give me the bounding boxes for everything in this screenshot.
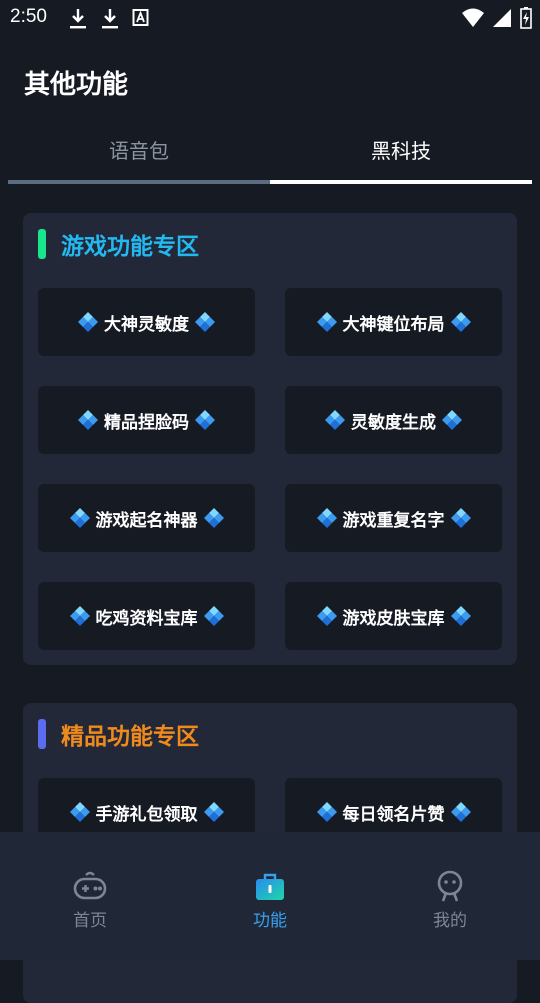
- feature-button[interactable]: 游戏重复名字: [285, 484, 502, 552]
- nav-mine[interactable]: 我的: [390, 868, 510, 931]
- diamond-icon: [316, 802, 337, 822]
- a-badge-icon: [132, 9, 149, 26]
- feature-button[interactable]: 吃鸡资料宝库: [38, 582, 255, 650]
- diamond-icon: [442, 410, 462, 430]
- feature-button-label: 游戏皮肤宝库: [342, 608, 445, 629]
- feature-button-label: 游戏起名神器: [95, 510, 198, 531]
- section-title: 精品功能专区: [61, 724, 199, 750]
- nav-label: 功能: [253, 911, 287, 931]
- diamond-icon: [78, 312, 98, 332]
- diamond-icon: [69, 802, 90, 822]
- signal-icon: [493, 9, 511, 27]
- feature-button-label: 手游礼包领取: [95, 804, 198, 825]
- section-accent-bar: [38, 719, 46, 749]
- nav-functions[interactable]: 功能: [210, 868, 330, 931]
- battery-icon: [520, 7, 532, 29]
- diamond-icon: [78, 410, 98, 430]
- feature-button-label: 游戏重复名字: [342, 510, 445, 531]
- diamond-icon: [316, 606, 337, 626]
- download-icon: [102, 9, 118, 29]
- section-title: 游戏功能专区: [61, 234, 199, 260]
- page-title: 其他功能: [24, 70, 129, 100]
- section-game-features: 游戏功能专区 大神灵敏度 大神键位布局 精品捏脸码 灵敏度生成 游戏起名神器 游…: [23, 213, 517, 665]
- feature-button[interactable]: 游戏皮肤宝库: [285, 582, 502, 650]
- feature-button-label: 每日领名片赞: [342, 804, 445, 825]
- diamond-icon: [203, 508, 224, 528]
- gamepad-icon: [73, 871, 107, 900]
- diamond-icon: [450, 312, 471, 332]
- diamond-icon: [195, 312, 215, 332]
- diamond-icon: [325, 410, 345, 430]
- feature-button-label: 灵敏度生成: [351, 412, 436, 433]
- feature-button[interactable]: 灵敏度生成: [285, 386, 502, 454]
- status-bar: 2:50: [0, 0, 540, 36]
- diamond-icon: [203, 606, 224, 626]
- tab-voice-pack[interactable]: 语音包: [8, 124, 270, 180]
- diamond-icon: [195, 410, 215, 430]
- tab-black-tech[interactable]: 黑科技: [270, 124, 532, 180]
- bottom-nav: 首页 功能 我的: [0, 832, 540, 960]
- diamond-icon: [69, 606, 90, 626]
- wifi-icon: [462, 8, 484, 27]
- briefcase-icon: [256, 873, 284, 900]
- feature-button-label: 大神键位布局: [342, 314, 445, 335]
- feature-button-label: 精品捏脸码: [104, 412, 189, 433]
- diamond-icon: [450, 802, 471, 822]
- feature-button[interactable]: 大神键位布局: [285, 288, 502, 356]
- diamond-icon: [450, 606, 471, 626]
- diamond-icon: [69, 508, 90, 528]
- feature-button[interactable]: 大神灵敏度: [38, 288, 255, 356]
- status-time: 2:50: [10, 6, 47, 27]
- diamond-icon: [203, 802, 224, 822]
- tab-indicator: [270, 180, 532, 184]
- feature-button-label: 吃鸡资料宝库: [95, 608, 198, 629]
- diamond-icon: [450, 508, 471, 528]
- feature-button-label: 大神灵敏度: [104, 314, 189, 335]
- diamond-icon: [316, 508, 337, 528]
- feature-button[interactable]: 游戏起名神器: [38, 484, 255, 552]
- section-accent-bar: [38, 229, 46, 259]
- tab-bar: 语音包 黑科技: [8, 124, 532, 184]
- nav-home[interactable]: 首页: [30, 868, 150, 931]
- nav-label: 首页: [73, 911, 107, 931]
- download-icon: [70, 9, 86, 29]
- nav-label: 我的: [433, 911, 467, 931]
- feature-button[interactable]: 精品捏脸码: [38, 386, 255, 454]
- person-icon: [437, 870, 463, 902]
- diamond-icon: [316, 312, 337, 332]
